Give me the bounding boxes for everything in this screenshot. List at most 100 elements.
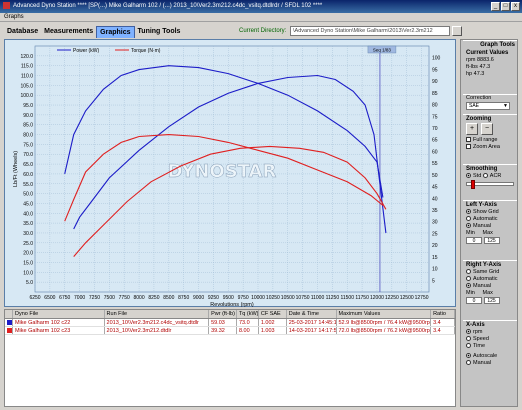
close-button[interactable]: x [511, 2, 520, 11]
right-max-input[interactable]: 125 [483, 297, 500, 304]
cell-date: 14-03-2017 14:17:55 [288, 327, 337, 334]
smooth-acr-radio[interactable] [482, 173, 488, 179]
smooth-std-radio[interactable] [466, 173, 471, 179]
minimize-button[interactable]: _ [491, 2, 500, 11]
col-header-run-file[interactable]: Run File [105, 310, 210, 318]
smoothing-title: Smoothing [466, 166, 498, 172]
zoom-area-row[interactable]: Zoom Area [463, 144, 517, 151]
tab-measurements[interactable]: Measurements [41, 26, 96, 38]
right-manual-label: Manual [473, 283, 492, 289]
y-tick-label: 70.0 [23, 152, 33, 158]
tab-graphics[interactable]: Graphics [96, 26, 135, 38]
smoothing-slider-thumb[interactable] [471, 180, 475, 189]
left-max-input[interactable]: 125 [483, 237, 500, 244]
y-right-tick-label: 20 [432, 243, 438, 249]
y-tick-label: 110.0 [21, 74, 33, 80]
menu-graphs[interactable]: Graphs [4, 14, 24, 20]
x-manual-radio[interactable] [466, 360, 471, 366]
left-min-input[interactable]: 0 [466, 237, 482, 244]
y-tick-label: 50.0 [23, 192, 33, 198]
current-directory-label: Current Directory: [239, 28, 287, 34]
zoom-area-label: Zoom Area [473, 144, 500, 150]
window-controls: _ □ x [491, 2, 520, 11]
x-rpm-radio[interactable] [466, 329, 471, 335]
row-color-swatch [5, 327, 13, 334]
col-header-dyno-file[interactable]: Dyno File [13, 310, 105, 318]
table-row[interactable]: Mike Galharm 102 c23 2013_10\Ver2.3m212.… [5, 327, 455, 335]
right-same-grid-label: Same Grid [473, 269, 500, 275]
right-same-grid-row[interactable]: Same Grid [463, 269, 517, 276]
right-automatic-row[interactable]: Automatic [463, 276, 517, 283]
x-time-radio[interactable] [466, 343, 471, 349]
correction-select[interactable]: SAE [466, 102, 510, 110]
current-directory-field[interactable]: \Advanced Dyno Station\Mike Galharm\2013… [290, 26, 450, 36]
x-rpm-row[interactable]: rpm [463, 329, 517, 336]
right-manual-row[interactable]: Manual [463, 283, 517, 290]
left-automatic-radio[interactable] [466, 216, 471, 222]
cell-power: 59.03 [209, 319, 237, 326]
col-header-ratio[interactable]: Ratio [431, 310, 455, 318]
left-manual-row[interactable]: Manual [463, 223, 517, 230]
dyno-chart[interactable]: 6250 6500 6750 7000 7250 7500 7750 8000 8250 8500… [4, 39, 457, 308]
left-show-grid-radio[interactable] [466, 209, 471, 215]
y-tick-label: 45.0 [23, 201, 33, 207]
y-tick-label: 60.0 [23, 172, 33, 178]
zoom-area-checkbox[interactable] [466, 144, 471, 150]
right-automatic-radio[interactable] [466, 276, 471, 282]
col-header-max-values[interactable]: Maximum Values [337, 310, 432, 318]
x-tick-label: 9000 [193, 295, 204, 301]
cell-date: 25-03-2017 14:45:18 [288, 319, 337, 326]
zoom-in-button[interactable]: + [466, 123, 478, 135]
right-same-grid-radio[interactable] [466, 269, 471, 275]
table-header: Dyno File Run File Pwr (ft-lb) Tq (kW) C… [5, 310, 455, 319]
left-manual-radio[interactable] [466, 223, 471, 229]
legend-label-power: Power (kW) [73, 48, 99, 54]
browse-directory-button[interactable] [452, 26, 462, 36]
table-row[interactable]: Mike Galharm 102 c22 2013_10\Ver2.3m212.… [5, 319, 455, 327]
cell-power: 39.32 [209, 327, 237, 334]
correction-group: Correction SAE [463, 94, 517, 110]
col-header-torque[interactable]: Tq (kW) [237, 310, 259, 318]
x-time-row[interactable]: Time [463, 343, 517, 350]
y-right-tick-label: 60 [432, 149, 438, 155]
maximize-button[interactable]: □ [501, 2, 510, 11]
y-right-tick-label: 45 [432, 185, 438, 191]
tab-tuning-tools[interactable]: Tuning Tools [135, 26, 184, 38]
right-manual-radio[interactable] [466, 283, 471, 289]
smoothing-slider[interactable] [466, 180, 514, 189]
left-show-grid-row[interactable]: Show Grid [463, 209, 517, 216]
left-automatic-row[interactable]: Automatic [463, 216, 517, 223]
full-range-row[interactable]: Full range [463, 137, 517, 144]
x-speed-radio[interactable] [466, 336, 471, 342]
x-axis-label: Revolutions (rpm) [210, 302, 254, 308]
col-header-cf[interactable]: CF SAE [259, 310, 287, 318]
cell-run-file: 2013_10\Ver2.3m212.dtdlr [105, 327, 210, 334]
smoothing-group: Smoothing Std ACR [463, 164, 517, 189]
cell-cf: 1.002 [259, 319, 287, 326]
smoothing-options: Std ACR [463, 173, 517, 180]
y-tick-label: 40.0 [23, 211, 33, 217]
zoom-out-button[interactable]: − [481, 123, 493, 135]
right-min-input[interactable]: 0 [466, 297, 482, 304]
left-axis-title: Left Y-Axis [466, 202, 497, 208]
y-tick-label: 25.0 [23, 241, 33, 247]
x-autoscale-radio[interactable] [466, 353, 471, 359]
y-right-tick-label: 100 [432, 56, 441, 62]
col-header-power[interactable]: Pwr (ft-lb) [209, 310, 237, 318]
x-tick-label: 8750 [178, 295, 189, 301]
col-header-date[interactable]: Date & Time [287, 310, 337, 318]
runs-table: Dyno File Run File Pwr (ft-lb) Tq (kW) C… [4, 309, 456, 407]
x-speed-row[interactable]: Speed [463, 336, 517, 343]
tab-database[interactable]: Database [4, 26, 41, 38]
x-tick-label: 6500 [44, 295, 55, 301]
chart-svg[interactable]: 6250 6500 6750 7000 7250 7500 7750 8000 8250 8500… [5, 40, 457, 308]
smooth-std-label: Std [473, 173, 482, 179]
y-tick-label: 90.0 [23, 113, 33, 119]
x-tick-label: 12500 [400, 295, 414, 301]
full-range-checkbox[interactable] [466, 137, 471, 143]
x-autoscale-row[interactable]: Autoscale [463, 353, 517, 360]
y-tick-label: 15.0 [23, 260, 33, 266]
x-manual-row[interactable]: Manual [463, 360, 517, 367]
cell-max-values: 72.0 lb@8500rpm / 76.2 kW@9500rpm [338, 327, 432, 334]
x-tick-label: 7000 [74, 295, 85, 301]
